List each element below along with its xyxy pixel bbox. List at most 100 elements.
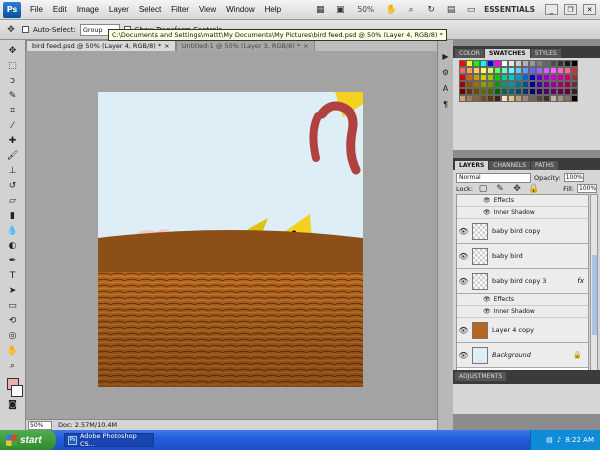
minimize-button[interactable]: _ — [545, 4, 558, 15]
color-swatch[interactable] — [459, 81, 466, 88]
tab-untitled-1[interactable]: Untitled-1 @ 50% (Layer 3, RGB/8) * × — [175, 40, 315, 51]
color-swatch[interactable] — [550, 60, 557, 67]
zoom-tool-icon[interactable]: ⌕ — [4, 359, 22, 373]
layer-effect-row[interactable]: 👁 Effects — [457, 294, 588, 306]
eye-icon[interactable]: 👁 — [458, 326, 468, 335]
color-swatch[interactable] — [515, 81, 522, 88]
mini-bridge-icon[interactable]: ▣ — [333, 4, 347, 16]
color-swatch[interactable] — [508, 81, 515, 88]
auto-select-checkbox[interactable] — [22, 26, 29, 33]
layers-scrollbar[interactable] — [590, 194, 598, 372]
layer-row[interactable]: 👁 baby bird — [457, 244, 588, 269]
color-swatch[interactable] — [564, 88, 571, 95]
color-swatch[interactable] — [459, 95, 466, 102]
menu-select[interactable]: Select — [134, 5, 166, 14]
workspace-switcher[interactable]: ESSENTIALS — [484, 5, 539, 14]
color-swatch[interactable] — [473, 67, 480, 74]
volume-icon[interactable]: ♪ — [557, 436, 561, 444]
color-swatch[interactable] — [550, 95, 557, 102]
color-swatch[interactable] — [508, 95, 515, 102]
quick-select-tool-icon[interactable]: ✎ — [4, 89, 22, 103]
fill-field[interactable]: 100% — [577, 184, 597, 193]
eraser-tool-icon[interactable]: ▱ — [4, 194, 22, 208]
color-swatch[interactable] — [564, 95, 571, 102]
menu-view[interactable]: View — [194, 5, 221, 14]
color-swatch[interactable] — [543, 67, 550, 74]
menu-edit[interactable]: Edit — [48, 5, 72, 14]
color-swatch[interactable] — [522, 74, 529, 81]
color-swatch[interactable] — [473, 95, 480, 102]
zoom-level[interactable]: 50% — [353, 5, 378, 14]
close-icon[interactable]: × — [164, 42, 169, 50]
color-swatch[interactable] — [571, 95, 578, 102]
start-button[interactable]: start — [0, 430, 56, 450]
layer-effect-row[interactable]: 👁 Effects — [457, 195, 588, 207]
color-swatch[interactable] — [564, 74, 571, 81]
menu-help[interactable]: Help — [260, 5, 286, 14]
menu-layer[interactable]: Layer — [104, 5, 134, 14]
color-swatch[interactable] — [536, 88, 543, 95]
clone-stamp-tool-icon[interactable]: ⊥ — [4, 164, 22, 178]
color-swatch[interactable] — [501, 74, 508, 81]
color-swatch[interactable] — [515, 67, 522, 74]
color-swatch[interactable] — [550, 74, 557, 81]
layer-row[interactable]: 👁 Layer 4 copy — [457, 318, 588, 343]
color-swatch[interactable] — [536, 60, 543, 67]
zoom-field[interactable]: 50% — [28, 420, 52, 430]
actions-panel-icon[interactable]: ⚙ — [440, 66, 452, 78]
color-swatch[interactable] — [529, 81, 536, 88]
close-icon[interactable]: × — [303, 42, 308, 50]
color-swatch[interactable] — [487, 60, 494, 67]
color-swatch[interactable] — [459, 60, 466, 67]
color-swatch[interactable] — [508, 88, 515, 95]
color-swatch[interactable] — [508, 60, 515, 67]
tab-bird-feed[interactable]: bird feed.psd @ 50% (Layer 4, RGB/8) * × — [26, 40, 176, 51]
gradient-tool-icon[interactable]: ▮ — [4, 209, 22, 223]
lock-transparent-icon[interactable]: ▢ — [476, 183, 490, 195]
color-swatch[interactable] — [522, 60, 529, 67]
hand-icon[interactable]: ✋ — [384, 4, 398, 16]
blend-mode-dropdown[interactable]: Normal — [456, 172, 531, 183]
color-swatch[interactable] — [487, 67, 494, 74]
color-swatch[interactable] — [543, 81, 550, 88]
color-swatch[interactable] — [466, 74, 473, 81]
3d-rotate-tool-icon[interactable]: ⟲ — [4, 314, 22, 328]
blur-tool-icon[interactable]: 💧 — [4, 224, 22, 238]
color-swatch[interactable] — [494, 67, 501, 74]
tab-channels[interactable]: CHANNELS — [489, 161, 531, 170]
color-swatch[interactable] — [508, 67, 515, 74]
color-swatch[interactable] — [473, 88, 480, 95]
color-swatch[interactable] — [557, 88, 564, 95]
color-swatch[interactable] — [459, 74, 466, 81]
color-swatch[interactable] — [487, 88, 494, 95]
color-swatch[interactable] — [543, 95, 550, 102]
color-swatch[interactable] — [529, 74, 536, 81]
color-swatch[interactable] — [550, 88, 557, 95]
tab-styles[interactable]: STYLES — [530, 49, 561, 58]
layer-effect-row[interactable]: 👁 Inner Shadow — [457, 306, 588, 318]
paragraph-panel-icon[interactable]: ¶ — [440, 98, 452, 110]
color-swatch[interactable] — [529, 60, 536, 67]
layer-effect-row[interactable]: 👁 Inner Shadow — [457, 207, 588, 219]
color-swatch[interactable] — [466, 95, 473, 102]
healing-brush-tool-icon[interactable]: ✚ — [4, 134, 22, 148]
color-swatch[interactable] — [480, 95, 487, 102]
color-swatch[interactable] — [487, 74, 494, 81]
color-swatch[interactable] — [501, 81, 508, 88]
color-swatch[interactable] — [494, 95, 501, 102]
effect-eye-icon[interactable]: 👁 — [483, 296, 491, 303]
color-swatch[interactable] — [459, 88, 466, 95]
color-swatch[interactable] — [508, 74, 515, 81]
brush-tool-icon[interactable]: 🖌 — [4, 149, 22, 163]
color-swatch[interactable] — [571, 60, 578, 67]
color-swatch[interactable] — [564, 67, 571, 74]
color-swatch[interactable] — [515, 60, 522, 67]
layer-row[interactable]: 👁 baby bird copy 3 fx — [457, 269, 588, 294]
tab-swatches[interactable]: SWATCHES — [484, 49, 530, 58]
fx-icon[interactable]: fx — [577, 277, 584, 285]
color-swatch[interactable] — [501, 88, 508, 95]
color-swatch[interactable] — [501, 67, 508, 74]
color-swatch[interactable] — [480, 67, 487, 74]
close-button[interactable]: ✕ — [583, 4, 596, 15]
color-swatch[interactable] — [536, 81, 543, 88]
